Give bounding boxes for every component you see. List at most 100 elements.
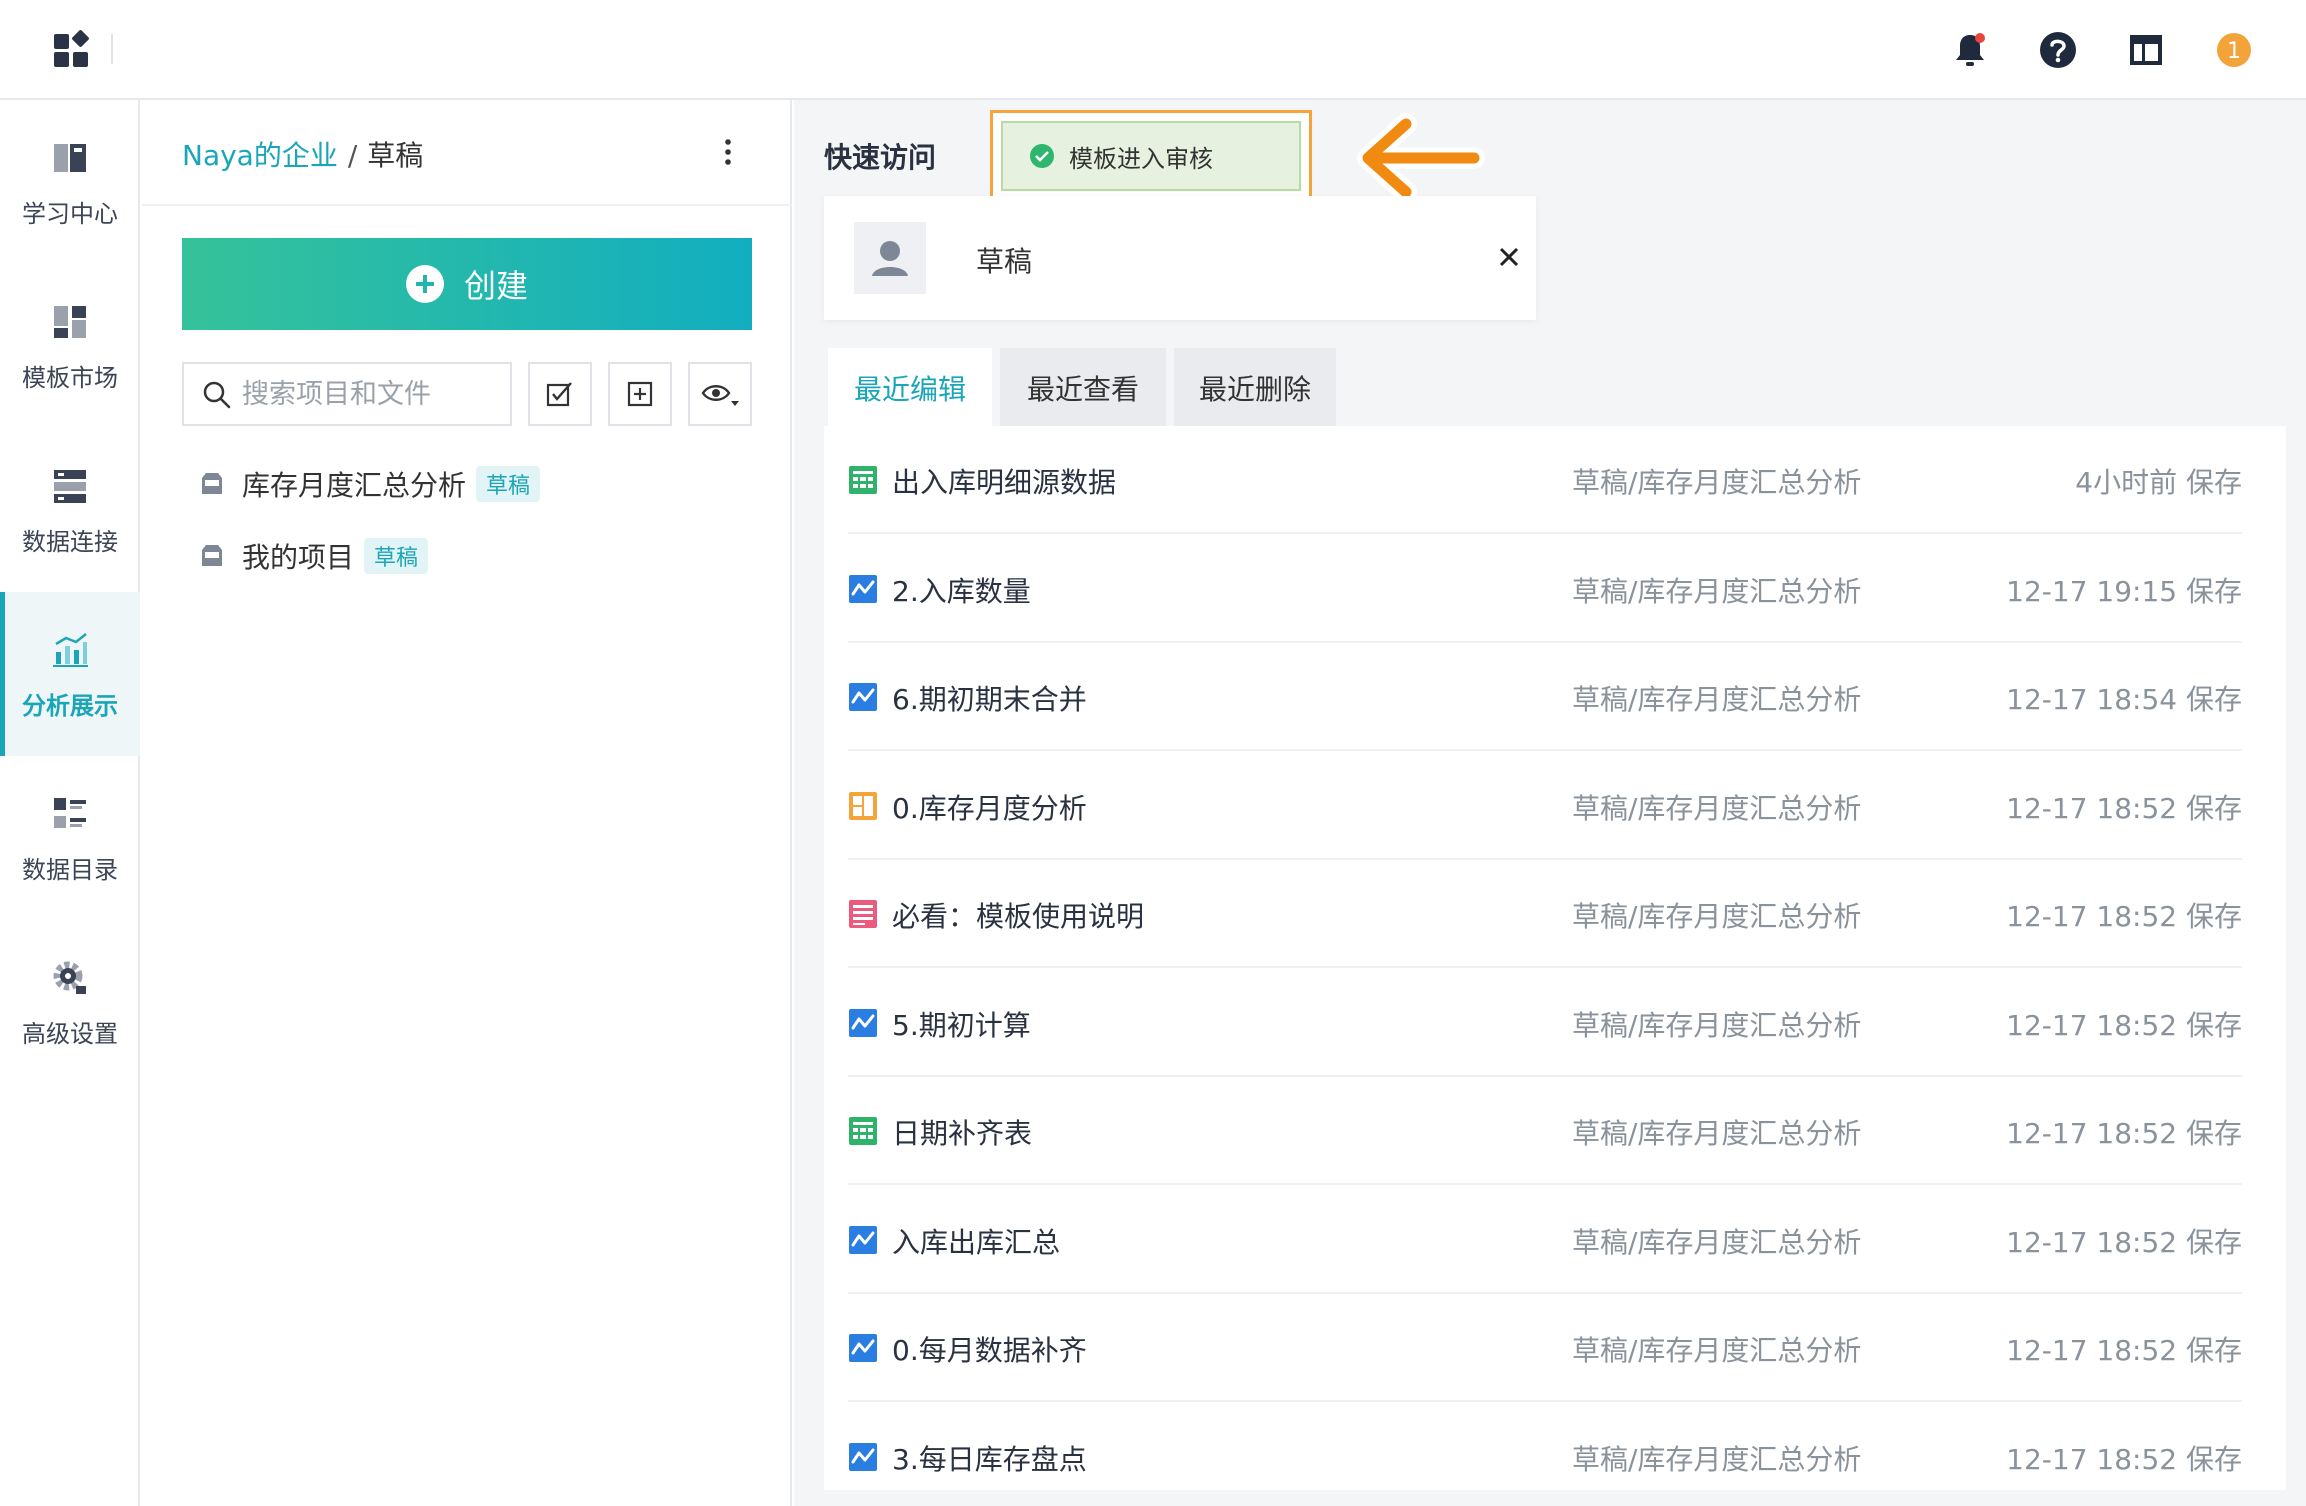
file-path: 草稿/库存月度汇总分析 xyxy=(1572,900,1862,933)
file-row[interactable]: 5.期初计算 草稿/库存月度汇总分析 12-17 18:52 保存 xyxy=(848,969,2242,1077)
rail-label: 高级设置 xyxy=(22,1019,118,1048)
file-saved-time: 12-17 18:52 保存 xyxy=(2006,1117,2242,1150)
layout-icon[interactable] xyxy=(2124,28,2168,72)
file-saved-time: 12-17 18:52 保存 xyxy=(2006,900,2242,933)
flow-file-icon xyxy=(848,1008,878,1038)
toast-message: 模板进入审核 xyxy=(1069,144,1213,173)
file-path: 草稿/库存月度汇总分析 xyxy=(1572,1008,1862,1042)
file-path: 草稿/库存月度汇总分析 xyxy=(1572,791,1862,825)
rail-label: 模板市场 xyxy=(22,363,118,392)
divider xyxy=(111,34,113,64)
user-badge-icon[interactable]: 1 xyxy=(2212,28,2256,72)
status-badge: 草稿 xyxy=(476,466,541,502)
apps-grid-icon[interactable] xyxy=(52,30,92,70)
quick-access-card[interactable]: 草稿 xyxy=(824,196,1536,320)
top-bar: 1 xyxy=(0,0,2306,100)
inbox-icon xyxy=(202,545,222,566)
bell-icon[interactable] xyxy=(1948,28,1992,72)
catalog-icon xyxy=(48,792,92,836)
flow-file-icon xyxy=(848,682,878,712)
flow-file-icon xyxy=(848,574,878,604)
file-path: 草稿/库存月度汇总分析 xyxy=(1572,1117,1862,1150)
file-saved-time: 12-17 18:52 保存 xyxy=(2006,791,2242,825)
file-saved-time: 12-17 18:52 保存 xyxy=(2006,1225,2242,1259)
template-icon xyxy=(48,300,92,344)
help-icon[interactable] xyxy=(2036,28,2080,72)
file-row[interactable]: 0.库存月度分析 草稿/库存月度汇总分析 12-17 18:52 保存 xyxy=(848,752,2242,860)
close-icon[interactable] xyxy=(1494,242,1524,272)
breadcrumb-separator: / xyxy=(347,139,358,172)
tab-recent-edit[interactable]: 最近编辑 xyxy=(828,348,992,428)
new-folder-button[interactable] xyxy=(608,362,672,426)
rail-item-learning-center[interactable]: 学习中心 xyxy=(0,100,140,264)
file-name: 0.库存月度分析 xyxy=(892,791,1087,825)
chart-icon xyxy=(48,628,92,672)
panel-header: Naya的企业 / 草稿 xyxy=(142,100,792,206)
batch-select-button[interactable] xyxy=(528,362,592,426)
tab-recent-view[interactable]: 最近查看 xyxy=(1000,348,1166,428)
flow-file-icon xyxy=(848,1225,878,1255)
project-panel: Naya的企业 / 草稿 创建 搜索项目和文件 库存月度汇总分析 草稿 我的项目… xyxy=(142,100,925,1506)
rail-item-data-catalog[interactable]: 数据目录 xyxy=(0,756,140,920)
file-row[interactable]: 2.入库数量 草稿/库存月度汇总分析 12-17 19:15 保存 xyxy=(848,535,2242,643)
book-icon xyxy=(48,136,92,180)
rail-item-advanced-settings[interactable]: 高级设置 xyxy=(0,920,140,1084)
toast-highlight: 模板进入审核 xyxy=(990,110,1312,202)
create-button[interactable]: 创建 xyxy=(182,238,752,330)
file-row[interactable]: 出入库明细源数据 草稿/库存月度汇总分析 4小时前 保存 xyxy=(848,426,2242,534)
file-saved-time: 4小时前 保存 xyxy=(2075,466,2242,499)
checkbox-edit-icon xyxy=(546,382,572,407)
view-options-button[interactable] xyxy=(688,362,752,426)
file-list: 出入库明细源数据 草稿/库存月度汇总分析 4小时前 保存 2.入库数量 草稿/库存月度… xyxy=(824,426,2286,1490)
user-avatar-icon xyxy=(854,222,926,294)
rail-label: 数据目录 xyxy=(22,855,118,884)
rail-item-data-connect[interactable]: 数据连接 xyxy=(0,428,140,592)
file-path: 草稿/库存月度汇总分析 xyxy=(1572,466,1862,499)
inbox-icon xyxy=(202,473,222,494)
dashboard-file-icon xyxy=(848,791,878,821)
file-path: 草稿/库存月度汇总分析 xyxy=(1572,683,1862,716)
main-area: 快速访问 模板进入审核 草稿 最近编辑 最近查看 最近删除 出入库明细源数据 草… xyxy=(794,100,2306,1506)
document-file-icon xyxy=(848,899,878,929)
table-file-icon xyxy=(848,465,878,495)
tab-recent-deleted[interactable]: 最近删除 xyxy=(1174,348,1336,428)
rail-item-template-market[interactable]: 模板市场 xyxy=(0,264,140,428)
file-name: 3.每日库存盘点 xyxy=(892,1442,1087,1476)
search-input[interactable] xyxy=(242,374,502,414)
project-name: 库存月度汇总分析 xyxy=(242,469,467,502)
file-path: 草稿/库存月度汇总分析 xyxy=(1572,1334,1862,1367)
search-icon xyxy=(202,380,232,410)
rail-item-analysis[interactable]: 分析展示 xyxy=(0,592,140,756)
quick-access-title: 快速访问 xyxy=(824,141,937,174)
file-row[interactable]: 6.期初期末合并 草稿/库存月度汇总分析 12-17 18:54 保存 xyxy=(848,643,2242,751)
more-options-icon[interactable] xyxy=(708,132,748,172)
rail-label: 数据连接 xyxy=(22,527,118,556)
file-row[interactable]: 必看：模板使用说明 草稿/库存月度汇总分析 12-17 18:52 保存 xyxy=(848,860,2242,968)
rail-label: 学习中心 xyxy=(22,199,118,228)
file-saved-time: 12-17 18:52 保存 xyxy=(2006,1334,2242,1367)
file-name: 6.期初期末合并 xyxy=(892,683,1087,716)
plus-square-icon xyxy=(627,381,653,407)
breadcrumb-root-link[interactable]: Naya的企业 xyxy=(182,139,338,172)
project-name: 我的项目 xyxy=(242,541,355,574)
file-row[interactable]: 3.每日库存盘点 草稿/库存月度汇总分析 12-17 18:52 保存 xyxy=(848,1403,2242,1506)
file-name: 出入库明细源数据 xyxy=(892,466,1117,499)
breadcrumb-current: 草稿 xyxy=(367,139,424,172)
search-box xyxy=(182,362,512,426)
project-item[interactable]: 我的项目 草稿 xyxy=(198,532,429,580)
project-item[interactable]: 库存月度汇总分析 草稿 xyxy=(198,460,541,508)
file-row[interactable]: 0.每月数据补齐 草稿/库存月度汇总分析 12-17 18:52 保存 xyxy=(848,1294,2242,1402)
plus-circle-icon xyxy=(405,265,444,303)
success-toast: 模板进入审核 xyxy=(1001,121,1301,191)
create-button-label: 创建 xyxy=(463,267,528,305)
check-circle-icon xyxy=(1030,144,1054,168)
left-nav-rail: 学习中心 模板市场 数据连接 分析展示 数据目录 高级设置 xyxy=(0,100,140,1506)
file-row[interactable]: 日期补齐表 草稿/库存月度汇总分析 12-17 18:52 保存 xyxy=(848,1077,2242,1185)
file-path: 草稿/库存月度汇总分析 xyxy=(1572,574,1862,608)
file-saved-time: 12-17 19:15 保存 xyxy=(2006,574,2242,608)
file-name: 入库出库汇总 xyxy=(892,1225,1061,1259)
file-row[interactable]: 入库出库汇总 草稿/库存月度汇总分析 12-17 18:52 保存 xyxy=(848,1186,2242,1294)
status-badge: 草稿 xyxy=(364,538,429,574)
file-name: 0.每月数据补齐 xyxy=(892,1334,1087,1367)
rail-label: 分析展示 xyxy=(22,691,118,720)
